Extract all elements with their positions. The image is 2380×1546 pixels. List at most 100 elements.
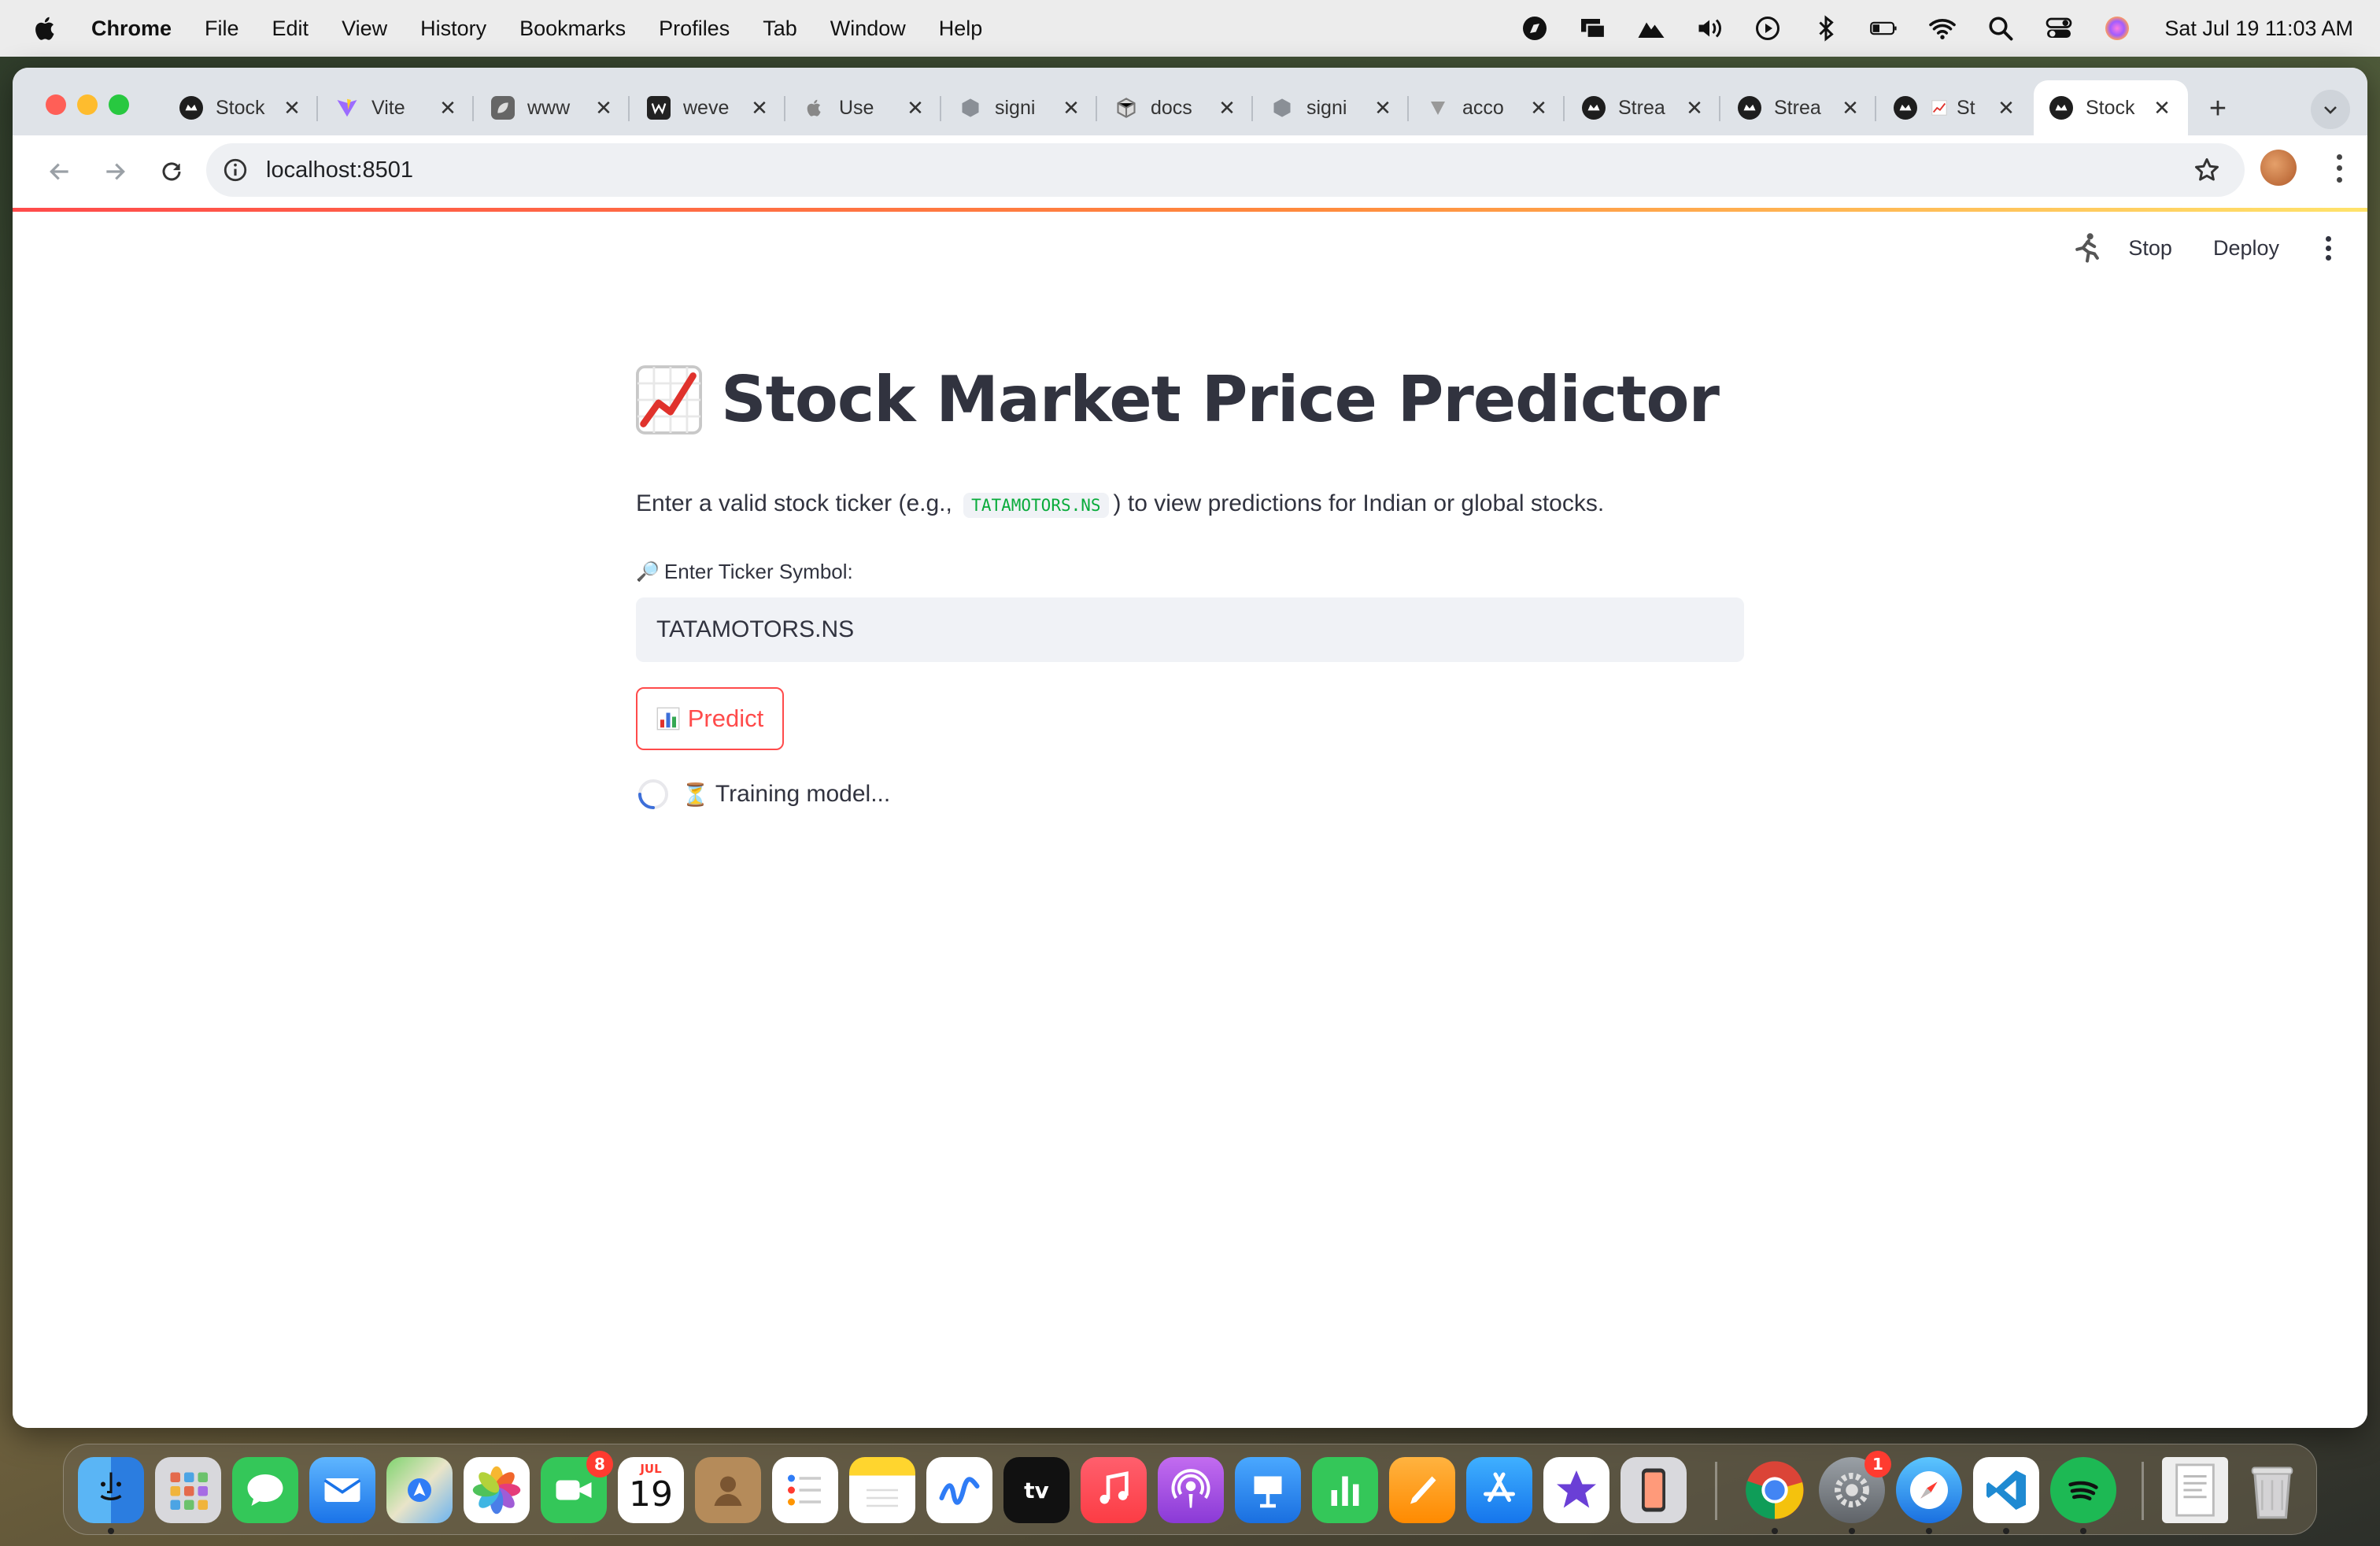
tab-close-icon[interactable]: ✕ — [1217, 98, 1237, 118]
bookmark-star-icon[interactable] — [2193, 156, 2221, 184]
browser-tab[interactable]: Use ✕ — [787, 80, 941, 135]
menu-profiles[interactable]: Profiles — [659, 17, 730, 41]
browser-tab[interactable]: Vite ✕ — [320, 80, 474, 135]
messages-icon[interactable] — [232, 1457, 298, 1523]
window-close-button[interactable] — [46, 94, 66, 115]
tab-close-icon[interactable]: ✕ — [1996, 98, 2016, 118]
app-store-icon[interactable] — [1466, 1457, 1532, 1523]
control-center-icon[interactable] — [2045, 14, 2073, 43]
menu-app-name[interactable]: Chrome — [91, 17, 172, 41]
browser-tab[interactable]: signi ✕ — [943, 80, 1097, 135]
compass-status-icon[interactable] — [1521, 14, 1549, 43]
tab-title: Vite — [371, 96, 405, 119]
profile-avatar[interactable] — [2260, 150, 2297, 186]
finder-icon[interactable] — [78, 1457, 144, 1523]
browser-tab[interactable]: signi ✕ — [1255, 80, 1409, 135]
podcasts-icon[interactable] — [1158, 1457, 1224, 1523]
tab-search-button[interactable] — [2311, 90, 2350, 129]
siri-icon[interactable] — [2103, 14, 2131, 43]
trash-icon[interactable] — [2239, 1457, 2305, 1523]
menu-bookmarks[interactable]: Bookmarks — [519, 17, 626, 41]
browser-tab[interactable]: Strea ✕ — [1566, 80, 1720, 135]
imovie-icon[interactable] — [1543, 1457, 1609, 1523]
system-settings-icon[interactable]: 1 — [1819, 1451, 1891, 1523]
tab-close-icon[interactable]: ✕ — [438, 98, 458, 118]
browser-tab[interactable]: Stock ✕ — [164, 80, 318, 135]
chrome-menu-button[interactable] — [2323, 151, 2355, 186]
spotify-icon[interactable] — [2050, 1457, 2116, 1523]
back-button[interactable] — [42, 154, 77, 189]
launchpad-icon[interactable] — [155, 1457, 221, 1523]
ticker-input[interactable] — [636, 597, 1744, 662]
wifi-status-icon[interactable] — [1928, 14, 1957, 43]
menu-file[interactable]: File — [205, 17, 239, 41]
tab-close-icon[interactable]: ✕ — [1528, 98, 1549, 118]
numbers-icon[interactable] — [1312, 1457, 1378, 1523]
chart-increasing-emoji-icon — [636, 364, 702, 435]
bluetooth-status-icon[interactable] — [1812, 14, 1840, 43]
forward-button[interactable] — [98, 154, 132, 189]
battery-status-icon[interactable] — [1870, 14, 1898, 43]
tab-close-icon[interactable]: ✕ — [1061, 98, 1081, 118]
downloads-stack-icon[interactable] — [2162, 1457, 2228, 1523]
facetime-icon[interactable]: 8 — [541, 1451, 613, 1523]
tab-close-icon[interactable]: ✕ — [282, 98, 302, 118]
reminders-icon[interactable] — [772, 1457, 838, 1523]
tab-close-icon[interactable]: ✕ — [1840, 98, 1861, 118]
notes-icon[interactable] — [849, 1457, 915, 1523]
menu-edit[interactable]: Edit — [272, 17, 309, 41]
tab-separator — [1875, 96, 1876, 121]
iphone-mirroring-icon[interactable] — [1621, 1457, 1687, 1523]
display-mirror-status-icon[interactable] — [1579, 14, 1607, 43]
tab-close-icon[interactable]: ✕ — [905, 98, 926, 118]
predict-button[interactable]: Predict — [636, 687, 784, 750]
apple-menu-icon[interactable] — [31, 14, 60, 43]
browser-tab[interactable]: weve ✕ — [631, 80, 785, 135]
address-bar[interactable]: localhost:8501 — [206, 143, 2245, 197]
tab-close-icon[interactable]: ✕ — [749, 98, 770, 118]
url-text[interactable]: localhost:8501 — [266, 157, 413, 183]
browser-tab[interactable]: Strea ✕ — [1722, 80, 1876, 135]
calendar-icon[interactable]: JUL 19 — [618, 1457, 684, 1523]
tab-close-icon[interactable]: ✕ — [1373, 98, 1393, 118]
streamlit-icon — [179, 96, 203, 120]
contacts-icon[interactable] — [695, 1457, 761, 1523]
vscode-icon[interactable] — [1973, 1457, 2039, 1523]
tab-close-icon[interactable]: ✕ — [1684, 98, 1705, 118]
tab-close-icon[interactable]: ✕ — [2152, 98, 2172, 118]
reload-button[interactable] — [154, 154, 189, 189]
pages-icon[interactable] — [1389, 1457, 1455, 1523]
window-zoom-button[interactable] — [109, 94, 129, 115]
volume-status-icon[interactable] — [1695, 14, 1724, 43]
keynote-icon[interactable] — [1235, 1457, 1301, 1523]
photos-icon[interactable] — [464, 1457, 530, 1523]
stop-button[interactable]: Stop — [2128, 236, 2172, 261]
site-info-icon[interactable] — [222, 157, 249, 183]
menu-history[interactable]: History — [420, 17, 486, 41]
menu-tab[interactable]: Tab — [763, 17, 797, 41]
music-icon[interactable] — [1081, 1457, 1147, 1523]
menu-view[interactable]: View — [342, 17, 387, 41]
mountains-status-icon[interactable] — [1637, 14, 1665, 43]
window-minimize-button[interactable] — [77, 94, 98, 115]
apple-tv-icon[interactable]: tv — [1003, 1457, 1070, 1523]
new-tab-button[interactable]: + — [2202, 94, 2234, 126]
mail-icon[interactable] — [309, 1457, 375, 1523]
browser-tab[interactable]: acco ✕ — [1410, 80, 1565, 135]
deploy-button[interactable]: Deploy — [2213, 236, 2279, 261]
browser-tab[interactable]: docs ✕ — [1099, 80, 1253, 135]
browser-tab[interactable]: www ✕ — [475, 80, 630, 135]
main-menu-button[interactable] — [2320, 234, 2336, 262]
browser-tab-active[interactable]: Stock ✕ — [2034, 80, 2188, 135]
menu-window[interactable]: Window — [830, 17, 906, 41]
safari-icon[interactable] — [1896, 1457, 1962, 1523]
freeform-icon[interactable] — [926, 1457, 992, 1523]
browser-tab[interactable]: St ✕ — [1878, 80, 2032, 135]
menu-help[interactable]: Help — [939, 17, 983, 41]
maps-icon[interactable] — [386, 1457, 453, 1523]
spotlight-search-icon[interactable] — [1986, 14, 2015, 43]
tab-close-icon[interactable]: ✕ — [593, 98, 614, 118]
play-status-icon[interactable] — [1754, 14, 1782, 43]
menu-bar-clock[interactable]: Sat Jul 19 11:03 AM — [2164, 17, 2353, 41]
chrome-icon[interactable] — [1742, 1457, 1808, 1523]
